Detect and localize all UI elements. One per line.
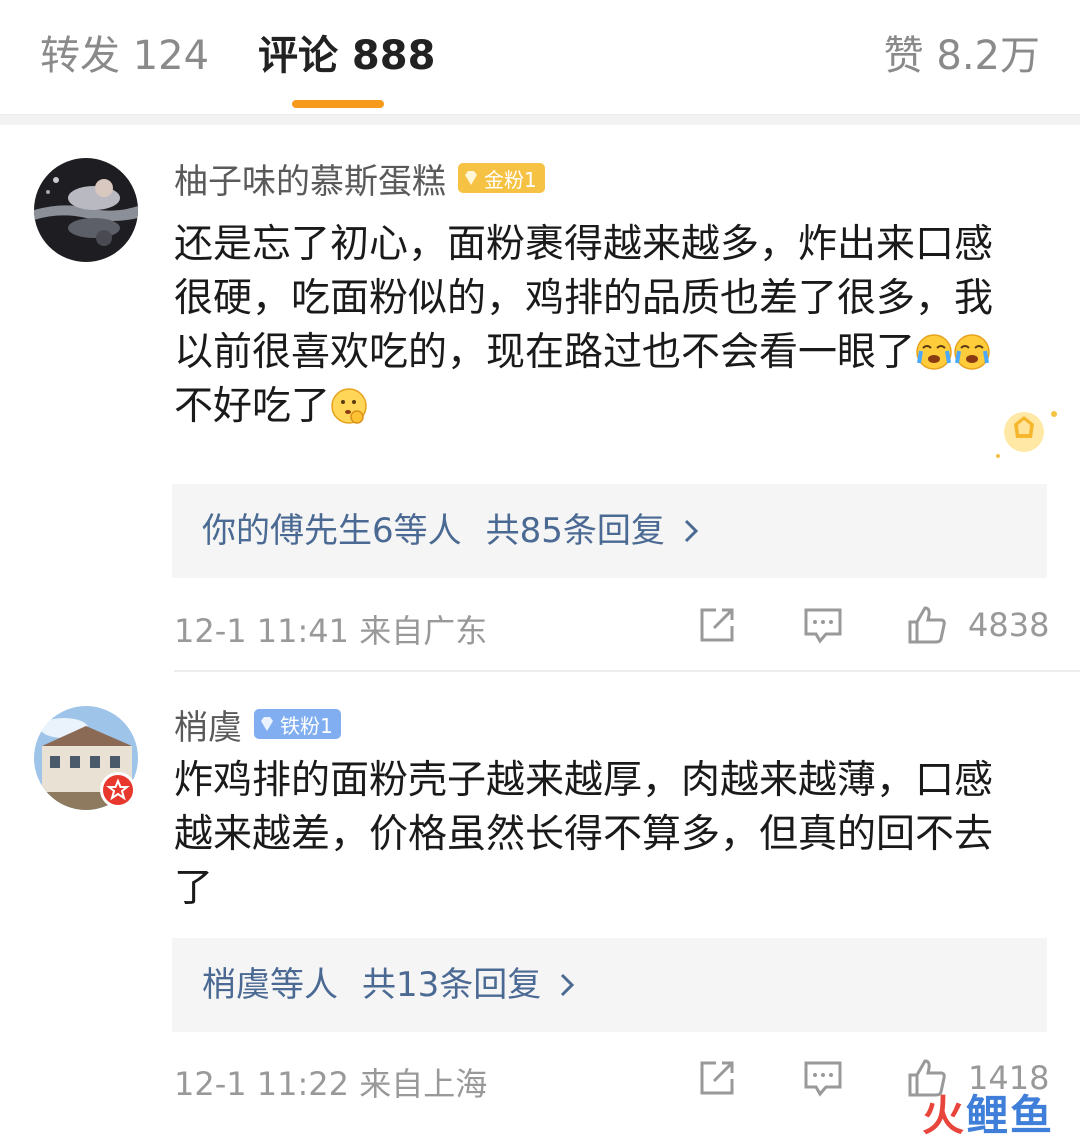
chevron-right-icon — [684, 519, 699, 543]
gold-fan-decoration-icon — [996, 411, 1057, 458]
reply-names[interactable]: 你的傅先生6等人 — [202, 508, 462, 554]
comment-icon[interactable] — [802, 1057, 844, 1099]
timestamp: 12-1 11:41 来自广东 — [174, 612, 488, 650]
share-icon[interactable] — [696, 604, 738, 646]
username[interactable]: 柚子味的慕斯蛋糕 — [174, 154, 446, 203]
watermark-part: 火 — [921, 1091, 966, 1140]
thumbs-up-icon[interactable] — [906, 604, 948, 646]
active-tab-indicator — [292, 100, 384, 108]
comment-text: 还是忘了初心，面粉裹得越来越多，炸出来口感很硬，吃面粉似的，鸡排的品质也差了很多… — [174, 218, 1024, 434]
badge-label: 金粉1 — [484, 167, 537, 192]
tab-forward[interactable]: 转发 124 — [40, 30, 209, 82]
share-icon[interactable] — [696, 1057, 738, 1099]
comment-tabs: 转发 124 评论 888 赞 8.2万 — [0, 0, 1080, 112]
cry-emoji-icon — [916, 334, 952, 370]
verified-badge-icon — [100, 772, 136, 808]
watermark-part: 鲤鱼 — [965, 1091, 1054, 1140]
reply-summary[interactable]: 梢虞等人 共13条回复 — [172, 938, 1047, 1032]
username[interactable]: 梢虞 — [174, 700, 242, 749]
gem-icon — [465, 171, 477, 185]
comment-divider — [174, 670, 1080, 672]
chevron-right-icon — [561, 973, 575, 997]
reply-count[interactable]: 共85条回复 — [486, 508, 665, 554]
section-divider — [0, 114, 1080, 125]
badge-label: 铁粉1 — [280, 713, 333, 738]
avatar[interactable] — [34, 158, 138, 262]
watermark-logo: 火鲤鱼 — [922, 1082, 1054, 1143]
like-count: 4838 — [968, 606, 1050, 644]
comment-icon[interactable] — [802, 604, 844, 646]
reply-names[interactable]: 梢虞等人 — [202, 962, 338, 1008]
fan-badge[interactable]: 铁粉1 — [254, 709, 341, 739]
reply-summary[interactable]: 你的傅先生6等人 共85条回复 — [172, 484, 1047, 578]
cry-emoji-icon — [954, 334, 990, 370]
comment-text-part: 不好吃了 — [174, 384, 331, 429]
gem-icon — [261, 717, 273, 731]
reply-count[interactable]: 共13条回复 — [362, 962, 541, 1008]
timestamp: 12-1 11:22 来自上海 — [174, 1065, 488, 1103]
fan-badge[interactable]: 金粉1 — [458, 163, 545, 193]
comment-text: 炸鸡排的面粉壳子越来越厚，肉越来越薄，口感越来越差，价格虽然长得不算多，但真的回… — [174, 758, 994, 911]
think-emoji-icon — [331, 388, 367, 424]
tab-comments[interactable]: 评论 888 — [258, 30, 435, 82]
comment-text-part: 还是忘了初心，面粉裹得越来越多，炸出来口感很硬，吃面粉似的，鸡排的品质也差了很多… — [174, 222, 994, 375]
tab-likes[interactable]: 赞 8.2万 — [884, 30, 1040, 82]
